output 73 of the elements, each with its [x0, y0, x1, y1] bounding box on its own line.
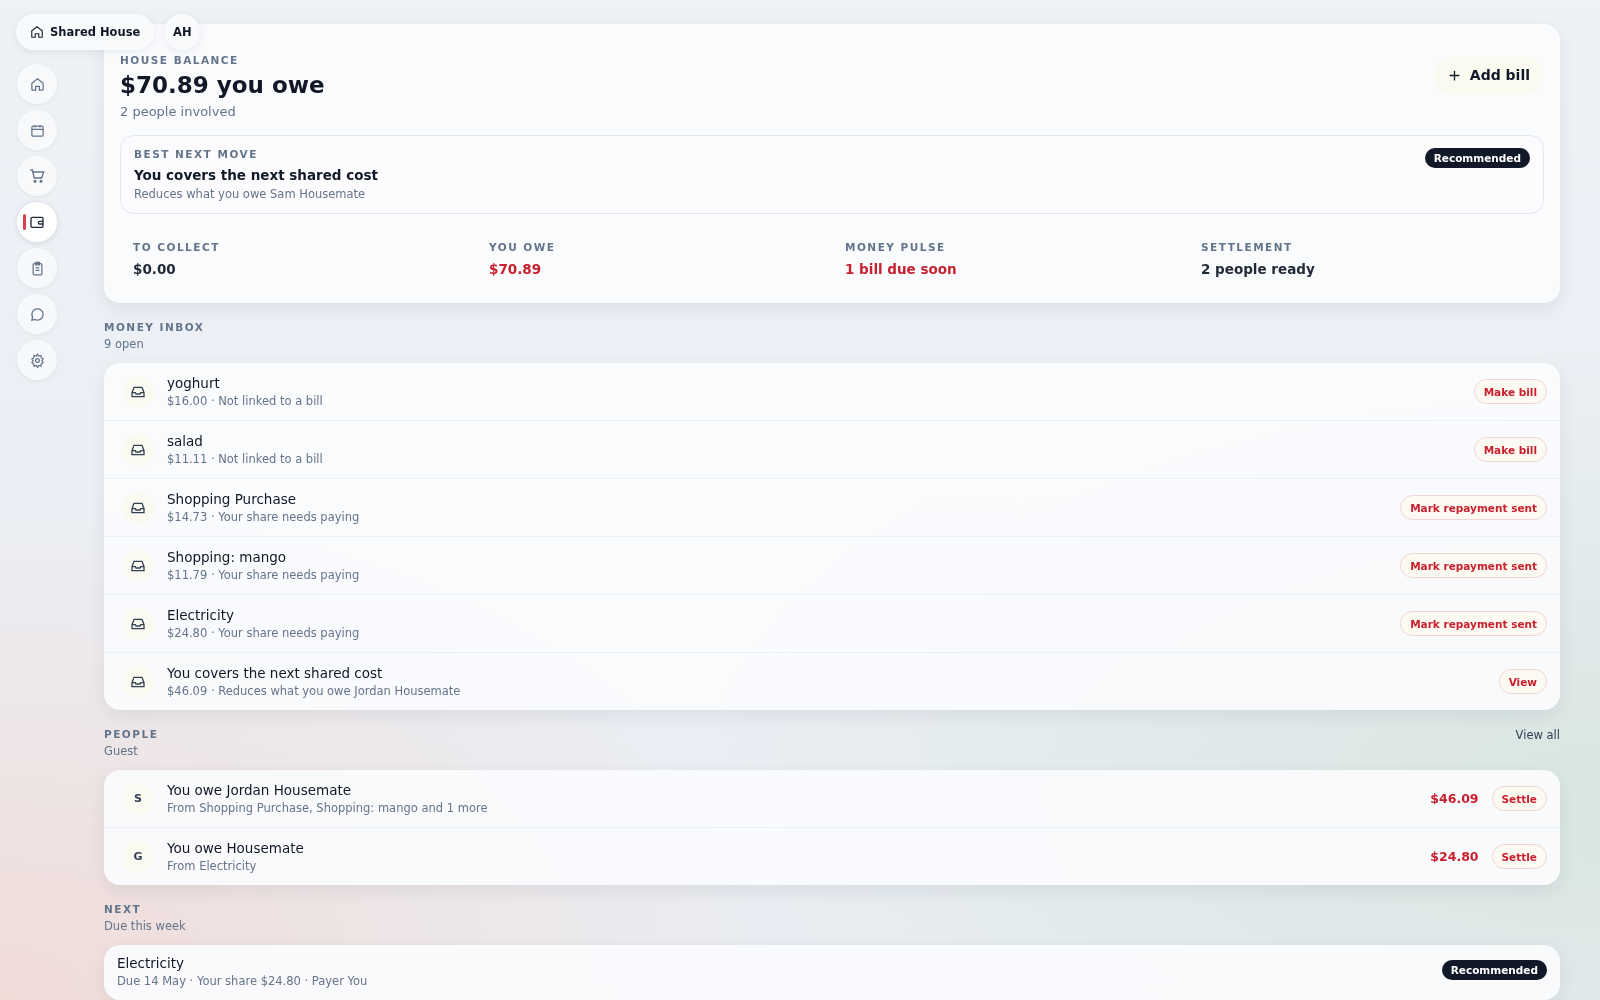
row-title: yoghurt [167, 375, 221, 391]
section-label: HOUSE BALANCE [120, 54, 240, 66]
row-detail: $14.73 · Your share needs paying [167, 510, 361, 524]
stat-label: MONEY PULSE [845, 241, 947, 253]
person-initial: S [122, 782, 154, 815]
move-title: You covers the next shared cost [134, 167, 378, 183]
row-action-button[interactable]: Make bill [1473, 437, 1547, 462]
inbox-icon [122, 665, 154, 698]
stat-value: $0.00 [133, 261, 177, 277]
row-title: You owe Jordan Housemate [167, 782, 353, 798]
row-action-button[interactable]: Mark repayment sent [1400, 553, 1547, 578]
stat-value: 2 people ready [1201, 261, 1316, 277]
move-detail: Reduces what you owe Sam Housemate [134, 187, 367, 201]
row-action-button[interactable]: Make bill [1473, 379, 1547, 404]
inbox-icon [122, 433, 154, 466]
row-detail: $24.80 · Your share needs paying [167, 626, 361, 640]
row-detail: From Electricity [167, 859, 258, 873]
stat-value: $70.89 [489, 261, 543, 277]
calendar-icon [29, 122, 45, 138]
view-all-link[interactable]: View all [1515, 728, 1560, 742]
add-bill-button[interactable]: Add bill [1433, 56, 1544, 94]
balance-amount: $70.89 you owe [120, 72, 325, 98]
sidebar-item[interactable] [17, 202, 57, 242]
row-detail: $16.00 · Not linked to a bill [167, 394, 324, 408]
row-title: Electricity [117, 955, 186, 971]
row-action-button[interactable]: View [1498, 669, 1547, 694]
balance-subtitle: 2 people involved [120, 104, 237, 119]
section-subtitle: 9 open [104, 337, 145, 351]
home-icon [30, 25, 44, 39]
chat-icon [29, 306, 45, 322]
stat-label: TO COLLECT [133, 241, 221, 253]
section-subtitle: Guest [104, 744, 139, 758]
settle-button[interactable]: Settle [1491, 844, 1547, 869]
inbox-icon [122, 607, 154, 640]
section-subtitle: Due this week [104, 919, 186, 933]
user-avatar[interactable]: AH [164, 14, 201, 50]
row-title: You owe Housemate [167, 840, 305, 856]
row-title: Electricity [167, 607, 236, 623]
inbox-icon [122, 375, 154, 408]
row-action-button[interactable]: Mark repayment sent [1400, 611, 1547, 636]
settle-button[interactable]: Settle [1491, 786, 1547, 811]
stat-label: SETTLEMENT [1201, 241, 1294, 253]
row-title: salad [167, 433, 204, 449]
clipboard-icon [29, 260, 45, 276]
row-detail: $11.79 · Your share needs paying [167, 568, 361, 582]
plus-icon [1447, 68, 1461, 82]
inbox-icon [122, 491, 154, 524]
wallet-icon [29, 214, 45, 230]
row-title: Shopping: mango [167, 549, 288, 565]
house-switcher[interactable]: Shared House [16, 14, 155, 50]
amount: $46.09 [1430, 791, 1479, 806]
row-detail: $11.11 · Not linked to a bill [167, 452, 324, 466]
row-action-button[interactable]: Mark repayment sent [1400, 495, 1547, 520]
section-title: MONEY INBOX [104, 321, 205, 333]
section-title: NEXT [104, 903, 143, 915]
home-icon [29, 76, 45, 92]
stat-value: 1 bill due soon [845, 261, 958, 277]
recommended-badge: Recommended [1424, 148, 1530, 168]
settings-icon [29, 352, 45, 368]
recommended-badge: Recommended [1441, 960, 1547, 980]
section-label: BEST NEXT MOVE [134, 148, 259, 160]
inbox-icon [122, 549, 154, 582]
house-name: Shared House [50, 25, 141, 39]
row-detail: $46.09 · Reduces what you owe Jordan Housemate [167, 684, 462, 698]
stat-label: YOU OWE [489, 241, 557, 253]
row-title: Shopping Purchase [167, 491, 297, 507]
section-title: PEOPLE [104, 728, 159, 740]
person-initial: G [122, 840, 154, 873]
row-title: You covers the next shared cost [167, 665, 384, 681]
cart-icon [29, 168, 45, 184]
row-detail: Due 14 May · Your share $24.80 · Payer You [117, 974, 369, 988]
amount: $24.80 [1430, 849, 1479, 864]
row-detail: From Shopping Purchase, Shopping: mango and 1 more [167, 801, 489, 815]
